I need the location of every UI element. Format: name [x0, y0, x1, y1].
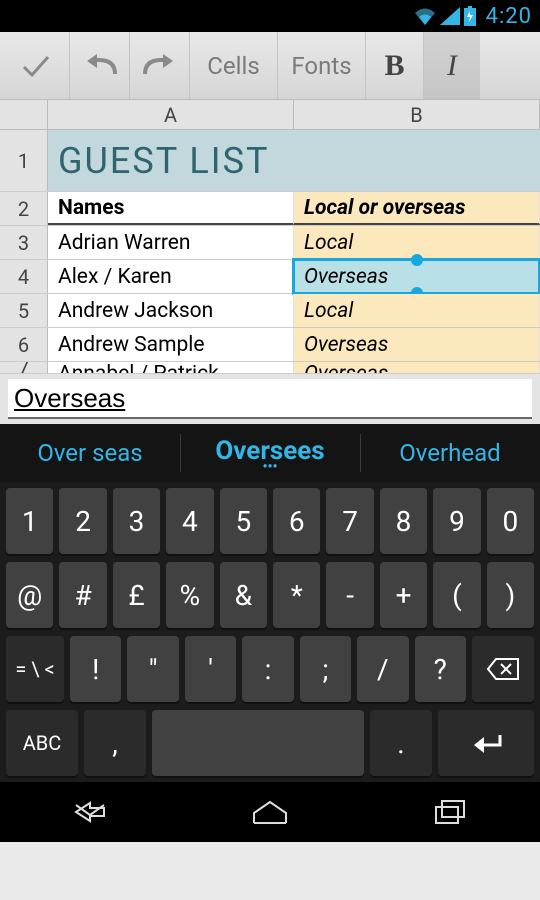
key-plus[interactable]: +	[380, 562, 427, 628]
row-header[interactable]: 6	[0, 328, 48, 361]
key-3[interactable]: 3	[113, 488, 160, 554]
key-at[interactable]: @	[6, 562, 53, 628]
home-icon	[250, 799, 290, 825]
key-row-1: 1 2 3 4 5 6 7 8 9 0	[6, 488, 534, 554]
system-nav-bar	[0, 782, 540, 842]
row-header[interactable]: 3	[0, 226, 48, 259]
cell[interactable]: Annabel / Patrick	[48, 362, 294, 373]
cell-edit-input[interactable]	[8, 379, 532, 419]
key-period[interactable]: .	[370, 710, 432, 776]
key-semicolon[interactable]: ;	[300, 636, 351, 702]
cell[interactable]: Names	[48, 192, 294, 225]
key-0[interactable]: 0	[487, 488, 534, 554]
row-header[interactable]: 1	[0, 130, 48, 191]
key-dquote[interactable]: "	[127, 636, 178, 702]
undo-button[interactable]	[70, 32, 130, 99]
recents-icon	[433, 799, 467, 825]
suggestion-left[interactable]: Over seas	[0, 424, 180, 482]
key-slash[interactable]: /	[357, 636, 408, 702]
fonts-button[interactable]: Fonts	[278, 32, 366, 99]
editor-toolbar: Cells Fonts B I	[0, 32, 540, 100]
key-more-symbols[interactable]: = \ <	[6, 636, 64, 702]
suggestion-right[interactable]: Overhead	[360, 424, 540, 482]
key-row-2: @ # £ % & * - + ( )	[6, 562, 534, 628]
cell[interactable]: Overseas	[294, 328, 540, 361]
key-7[interactable]: 7	[326, 488, 373, 554]
key-5[interactable]: 5	[220, 488, 267, 554]
spreadsheet[interactable]: A B 1 GUEST LIST 2 Names Local or overse…	[0, 100, 540, 374]
key-9[interactable]: 9	[433, 488, 480, 554]
enter-icon	[466, 731, 506, 755]
key-bang[interactable]: !	[70, 636, 121, 702]
cell[interactable]: Overseas	[294, 362, 540, 373]
key-backspace[interactable]	[472, 636, 534, 702]
col-header-a[interactable]: A	[48, 100, 294, 129]
key-1[interactable]: 1	[6, 488, 53, 554]
more-dots-icon: •••	[262, 464, 277, 470]
row-header[interactable]: 5	[0, 294, 48, 327]
soft-keyboard: 1 2 3 4 5 6 7 8 9 0 @ # £ % & * - + ( ) …	[0, 482, 540, 782]
key-lparen[interactable]: (	[433, 562, 480, 628]
key-enter[interactable]	[438, 710, 534, 776]
bold-button[interactable]: B	[366, 32, 424, 99]
key-4[interactable]: 4	[166, 488, 213, 554]
key-pound[interactable]: £	[113, 562, 160, 628]
key-hash[interactable]: #	[59, 562, 106, 628]
selected-cell[interactable]: Overseas	[294, 260, 540, 293]
row-header[interactable]: 2	[0, 192, 48, 225]
key-abc[interactable]: ABC	[6, 710, 78, 776]
backspace-icon	[486, 657, 520, 681]
nav-recents-button[interactable]	[405, 792, 495, 832]
key-2[interactable]: 2	[59, 488, 106, 554]
key-star[interactable]: *	[273, 562, 320, 628]
cell[interactable]: Local or overseas	[294, 192, 540, 225]
cell[interactable]: Local	[294, 294, 540, 327]
nav-home-button[interactable]	[225, 792, 315, 832]
cell[interactable]: Andrew Jackson	[48, 294, 294, 327]
clock-text: 4:20	[486, 4, 532, 29]
status-bar: 4:20	[0, 0, 540, 32]
formula-bar	[0, 374, 540, 424]
key-question[interactable]: ?	[415, 636, 466, 702]
key-comma[interactable]: ,	[84, 710, 146, 776]
key-8[interactable]: 8	[380, 488, 427, 554]
key-minus[interactable]: -	[326, 562, 373, 628]
back-icon	[72, 801, 108, 823]
key-space[interactable]	[152, 710, 364, 776]
cell[interactable]: Local	[294, 226, 540, 259]
row-header[interactable]: 7	[0, 362, 48, 373]
key-colon[interactable]: :	[242, 636, 293, 702]
key-amp[interactable]: &	[220, 562, 267, 628]
suggestion-center[interactable]: Oversees •••	[180, 424, 360, 482]
cell-value: Overseas	[304, 265, 388, 289]
wifi-icon	[414, 7, 436, 25]
italic-button[interactable]: I	[424, 32, 480, 99]
cells-button[interactable]: Cells	[190, 32, 278, 99]
sheet-corner[interactable]	[0, 100, 48, 129]
cell[interactable]: Adrian Warren	[48, 226, 294, 259]
battery-icon	[464, 6, 476, 26]
cell[interactable]: Andrew Sample	[48, 328, 294, 361]
keyboard-suggestions: Over seas Oversees ••• Overhead	[0, 424, 540, 482]
key-row-3: = \ < ! " ' : ; / ?	[6, 636, 534, 702]
signal-icon	[440, 7, 460, 25]
nav-back-button[interactable]	[45, 792, 135, 832]
key-rparen[interactable]: )	[487, 562, 534, 628]
title-cell[interactable]: GUEST LIST	[48, 130, 540, 191]
key-squote[interactable]: '	[185, 636, 236, 702]
cell[interactable]: Alex / Karen	[48, 260, 294, 293]
confirm-button[interactable]	[0, 32, 70, 99]
redo-button[interactable]	[130, 32, 190, 99]
key-row-4: ABC , .	[6, 710, 534, 776]
row-header[interactable]: 4	[0, 260, 48, 293]
key-6[interactable]: 6	[273, 488, 320, 554]
key-percent[interactable]: %	[166, 562, 213, 628]
col-header-b[interactable]: B	[294, 100, 540, 129]
